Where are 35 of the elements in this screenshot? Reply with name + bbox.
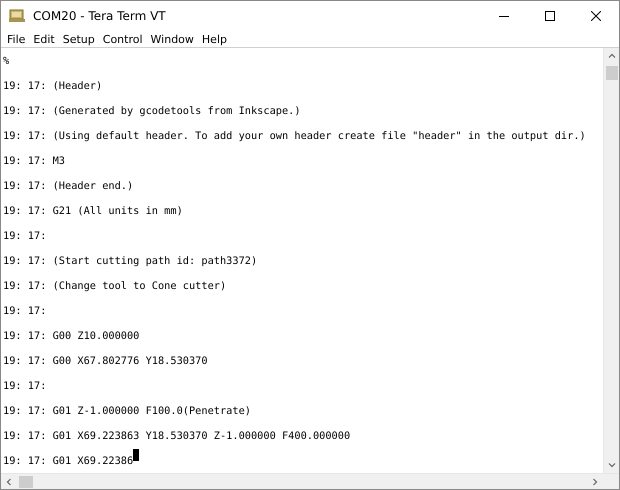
menu-item[interactable]: Setup <box>58 32 99 46</box>
scroll-thumb[interactable] <box>606 66 618 80</box>
terminal-line: 19: 17: G00 X67.802776 Y18.530370 <box>3 355 208 367</box>
terminal-line: 19: 17: (Start cutting path id: path3372) <box>3 255 258 267</box>
down-chevron-icon <box>608 461 616 469</box>
terminal-line: % <box>3 55 10 67</box>
terminal-line: 19: 17: (Change tool to Cone cutter) <box>3 280 226 292</box>
terminal-line: 19: 17: G01 X69.22386 <box>3 455 134 467</box>
menu-item[interactable]: File <box>3 32 30 46</box>
terminal-line: 19: 17: (Header end.) <box>3 180 134 192</box>
terminal-line: 19: 17: <box>3 380 46 392</box>
terminal-line: 19: 17: M3 <box>3 155 65 167</box>
menu-item[interactable]: Window <box>146 32 198 46</box>
up-chevron-icon <box>608 52 616 60</box>
left-chevron-icon <box>5 478 13 486</box>
terminal-line: 19: 17: (Generated by gcodetools from Inkscape.) <box>3 105 301 117</box>
terminal-icon <box>9 9 25 23</box>
terminal-line: 19: 17: <box>3 305 46 317</box>
terminal-line: 19: 17: G00 Z10.000000 <box>3 330 140 342</box>
terminal-line: 19: 17: G21 (All units in mm) <box>3 205 183 217</box>
terminal-line: 19: 17: <box>3 230 46 242</box>
window-title: COM20 - Tera Term VT <box>33 9 167 23</box>
terminal-line: 19: 17: G01 X69.223863 Y18.530370 Z-1.000000 F400.000000 <box>3 430 350 442</box>
horizontal-scrollbar[interactable] <box>1 473 619 489</box>
terminal-line: 19: 17: G01 Z-1.000000 F100.0(Penetrate) <box>3 405 251 417</box>
menu-item[interactable]: Control <box>98 32 147 46</box>
scroll-thumb[interactable] <box>19 476 33 488</box>
terminal-line: 19: 17: (Using default header. To add your own header create file "header" in the output dir.) <box>3 130 586 142</box>
right-chevron-icon <box>591 478 599 486</box>
maximize-icon <box>545 11 555 21</box>
menu-item[interactable]: Edit <box>29 32 59 46</box>
vertical-scrollbar[interactable] <box>603 48 619 473</box>
terminal-line: 19: 17: (Header) <box>3 80 102 92</box>
menu-item[interactable]: Help <box>198 32 231 46</box>
close-icon <box>591 11 601 21</box>
